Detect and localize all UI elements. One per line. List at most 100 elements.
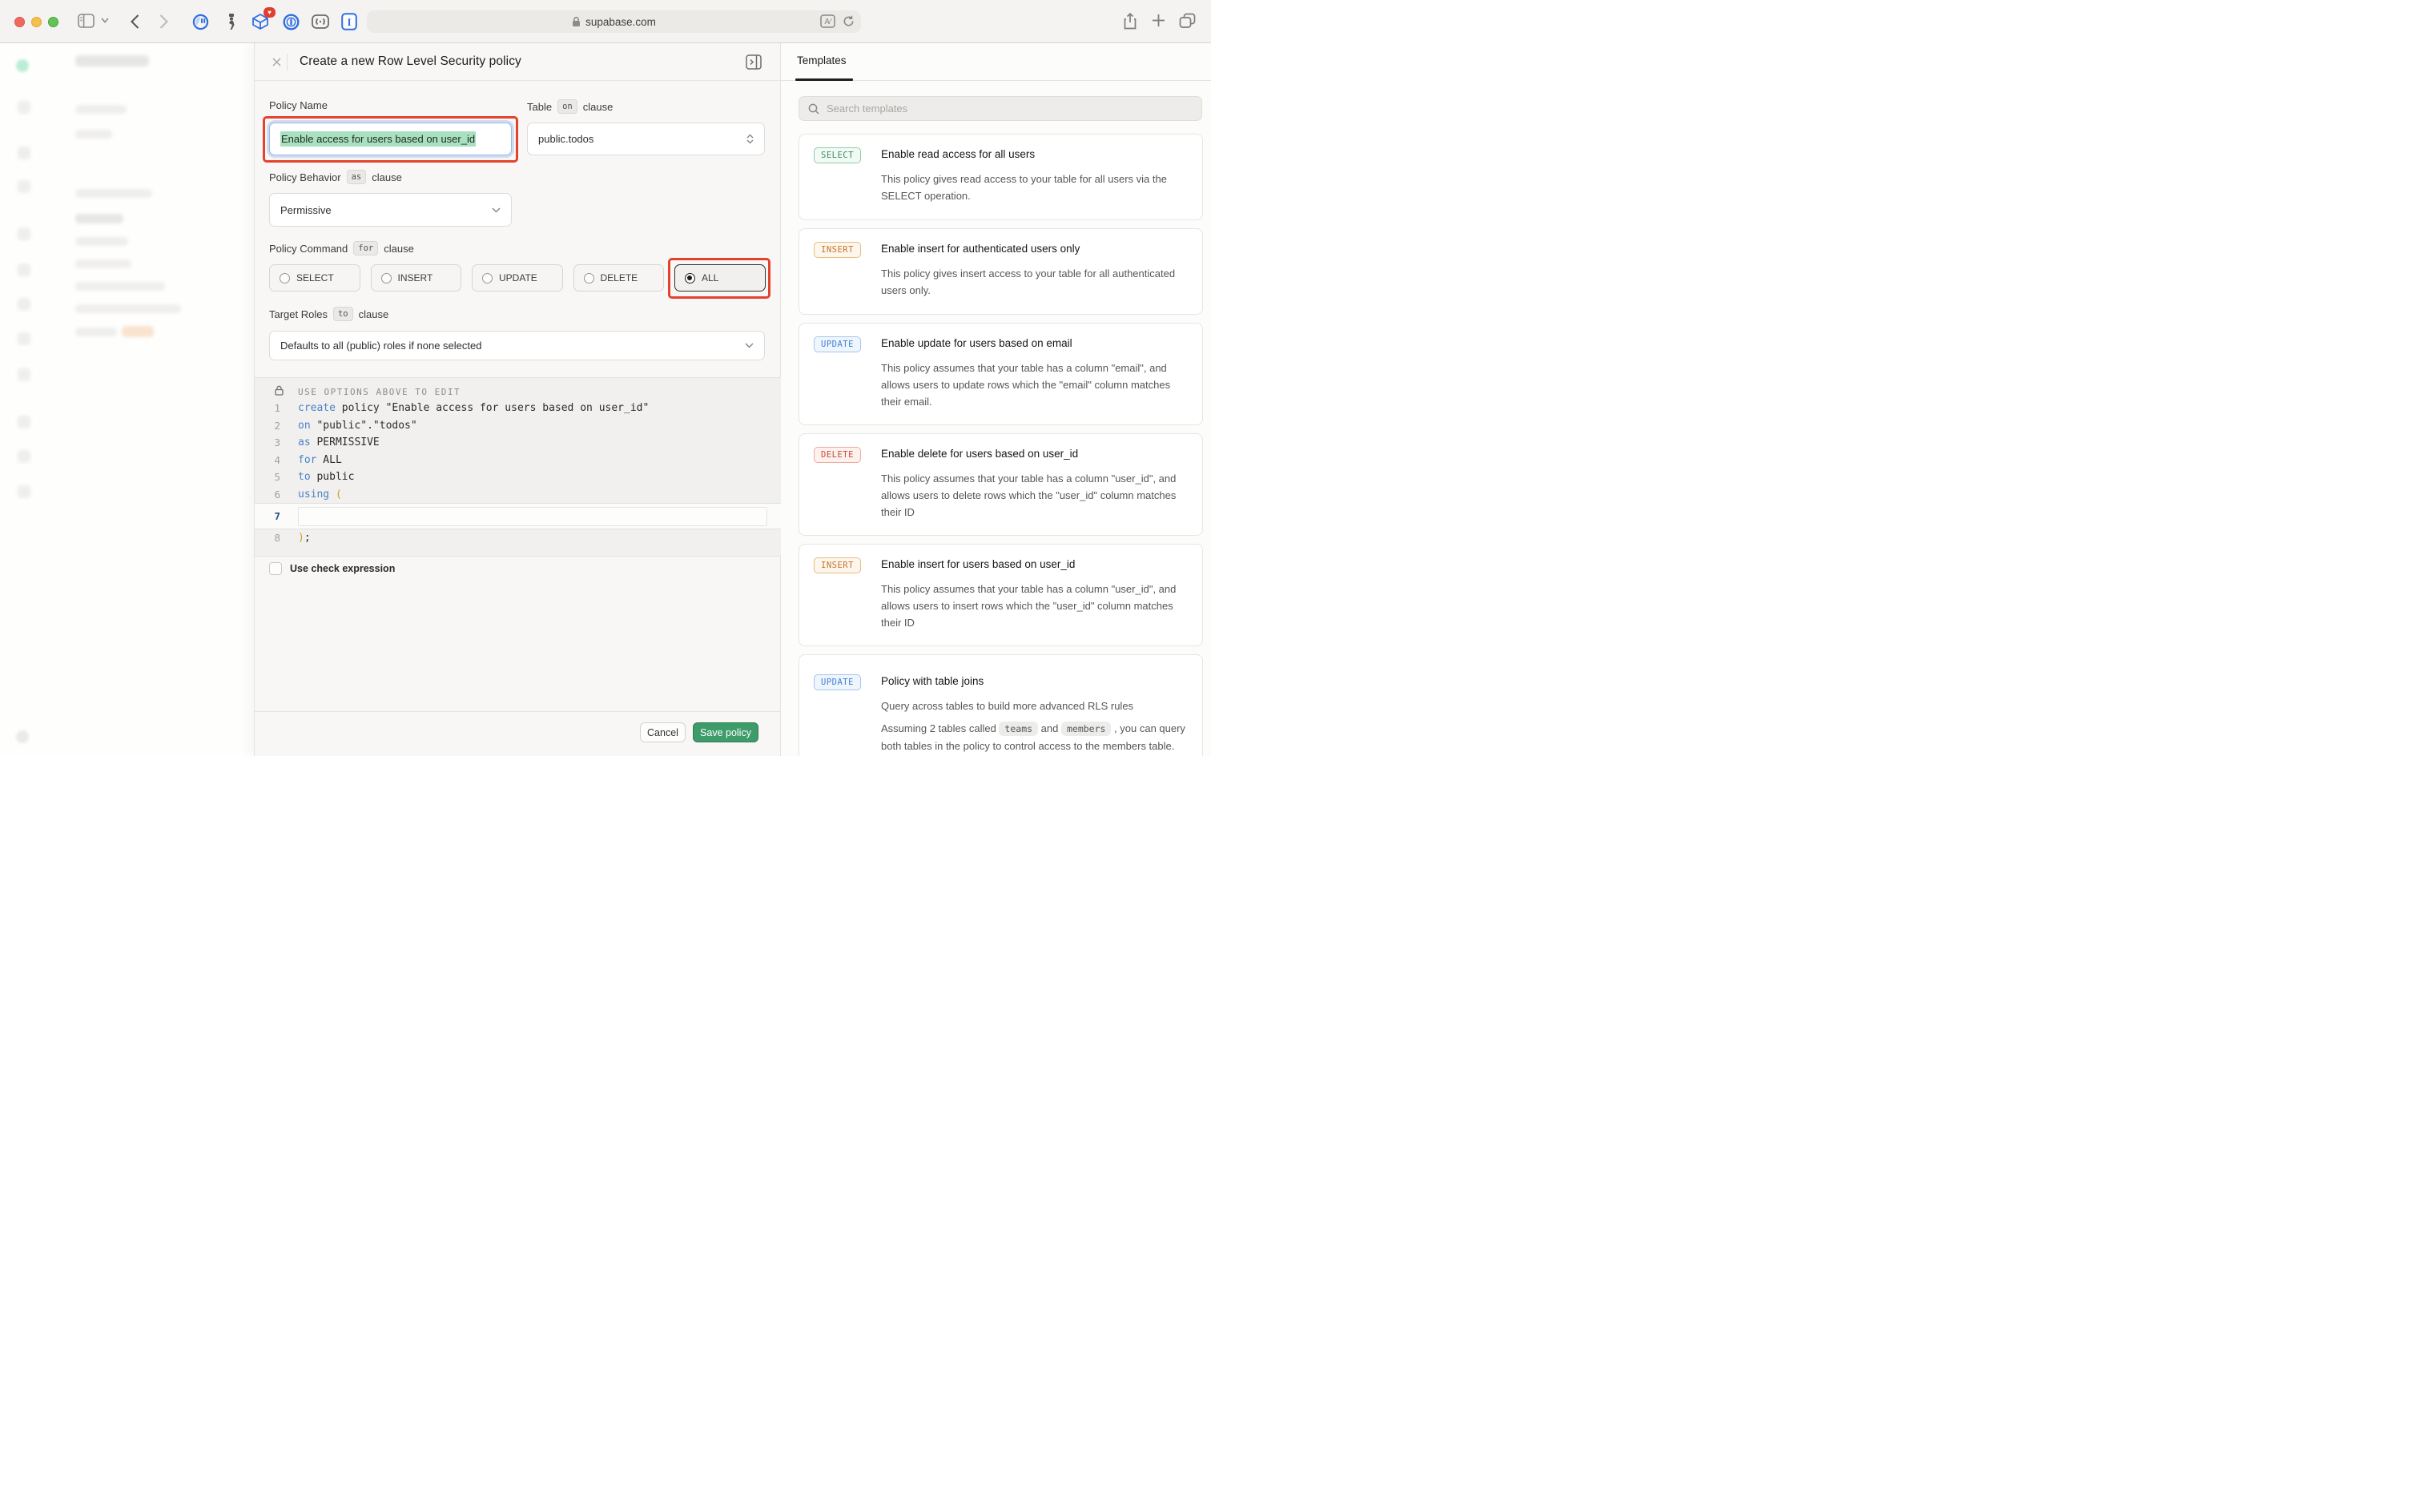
close-icon[interactable] [267,52,286,71]
search-icon [808,103,819,115]
dimmed-nav-item [75,237,128,246]
sql-editor[interactable]: USE OPTIONS ABOVE TO EDIT 1 create policy… [255,377,782,557]
radio-label: INSERT [398,272,433,284]
use-check-expression-checkbox[interactable] [269,562,282,575]
line-number: 1 [255,402,280,414]
policy-command-group: SELECT INSERT UPDATE DELETE ALL [269,264,766,292]
dimmed-logo [16,59,29,72]
translate-icon[interactable]: A⁄ [820,14,835,28]
save-policy-button[interactable]: Save policy [693,722,758,742]
code-line-2: 2 on "public"."todos" [255,417,782,435]
chevron-down-icon [492,207,501,213]
dialog-title: Create a new Row Level Security policy [300,54,521,69]
heart-badge: ♥ [264,7,276,18]
target-roles-label: Target Roles to clause [269,307,388,321]
create-policy-dialog: Create a new Row Level Security policy P… [254,43,781,756]
radio-circle-icon [280,273,290,284]
radio-label: ALL [702,272,718,284]
forward-button[interactable] [159,14,168,29]
policy-name-input[interactable]: Enable access for users based on user_id [269,123,512,155]
template-description: This policy assumes that your table has … [881,470,1187,521]
template-description: Query across tables to build more advanc… [881,698,1187,714]
dimmed-nav-icon [18,180,30,193]
dimmed-nav-item [75,282,165,291]
code-line-8: 8); [255,529,782,547]
code-text: using ( [298,489,342,501]
tab-overview-icon[interactable] [1179,13,1196,29]
share-icon[interactable] [1123,13,1137,30]
header-divider [287,54,288,70]
radio-circle-icon [482,273,493,284]
code-line-7[interactable]: 7 [255,503,782,529]
dimmed-nav-item [75,304,181,313]
expand-panel-icon[interactable] [745,54,762,70]
template-card-2[interactable]: INSERTEnable insert for authenticated us… [799,228,1203,315]
minimize-window-button[interactable] [31,17,42,27]
template-card-5[interactable]: INSERT Enable insert for users based on u… [799,544,1203,646]
tab-templates[interactable]: Templates [797,54,847,66]
figure-extension-icon[interactable] [223,13,240,30]
search-templates-input[interactable]: Search templates [799,96,1202,121]
timer-extension-icon[interactable] [191,13,209,30]
policy-name-label: Policy Name [269,99,328,111]
editor-lines: 1 create policy "Enable access for users … [255,400,782,547]
browser-toolbar: ♥ I supabase.com A⁄ [0,0,1211,43]
dimmed-nav-icon [18,450,30,463]
template-title: Enable delete for users based on user_id [881,448,1078,460]
active-line-input[interactable] [298,507,767,526]
template-description: This policy gives read access to your ta… [881,171,1187,204]
command-badge: INSERT [814,557,861,573]
line-number: 3 [255,436,280,448]
radio-option-all[interactable]: ALL [674,264,766,292]
line-number: 7 [255,510,280,522]
table-name-chip: teams [999,722,1038,736]
search-placeholder: Search templates [827,103,907,115]
letter-i-extension-icon[interactable]: I [340,13,358,30]
template-card-1[interactable]: SELECTEnable read access for all usersTh… [799,134,1203,220]
reload-icon[interactable] [843,15,855,27]
code-text: on "public"."todos" [298,420,417,432]
address-bar[interactable]: supabase.com A⁄ [367,10,861,33]
close-window-button[interactable] [14,17,25,27]
use-check-expression-label: Use check expression [290,563,395,574]
template-card-3[interactable]: UPDATEEnable update for users based on e… [799,323,1203,425]
socket-extension-icon[interactable] [312,13,329,30]
behavior-select[interactable]: Permissive [269,193,512,227]
radio-option-insert[interactable]: INSERT [371,264,462,292]
dimmed-nav-icon [18,332,30,345]
new-tab-icon[interactable] [1152,14,1165,27]
cancel-button[interactable]: Cancel [640,722,686,742]
back-button[interactable] [131,14,139,29]
dimmed-nav-item [75,328,117,336]
table-label: Table on clause [527,99,613,114]
editor-notice: USE OPTIONS ABOVE TO EDIT [298,387,461,397]
radio-option-select[interactable]: SELECT [269,264,360,292]
dimmed-nav-item [75,189,152,198]
policy-behavior-label: Policy Behavior as clause [269,170,402,184]
code-text: ); [298,532,311,544]
template-card-4[interactable]: DELETEEnable delete for users based on u… [799,433,1203,536]
chevron-down-icon[interactable] [101,18,109,23]
svg-text:A⁄: A⁄ [824,18,832,26]
line-number: 2 [255,420,280,432]
lock-icon [572,16,581,27]
radio-label: DELETE [601,272,638,284]
command-badge: SELECT [814,147,861,163]
code-text: create policy "Enable access for users b… [298,402,649,414]
template-card-6[interactable]: UPDATEPolicy with table joinsQuery acros… [799,654,1203,756]
dimmed-nav-item [75,130,112,139]
template-description: This policy gives insert access to your … [881,265,1187,299]
dialog-footer: Cancel Save policy [255,711,780,756]
dimmed-nav-item [75,259,131,268]
screen: ♥ I supabase.com A⁄ [0,0,1211,756]
target-roles-select[interactable]: Defaults to all (public) roles if none s… [269,331,765,360]
zoom-window-button[interactable] [48,17,58,27]
line-number: 8 [255,532,280,544]
table-select[interactable]: public.todos [527,123,765,155]
radio-option-update[interactable]: UPDATE [472,264,563,292]
keyhole-extension-icon[interactable] [282,13,300,30]
template-title: Enable insert for users based on user_id [881,558,1075,570]
radio-option-delete[interactable]: DELETE [573,264,665,292]
sidebar-toggle-icon[interactable] [78,14,95,28]
cube-extension-icon[interactable]: ♥ [251,13,269,30]
